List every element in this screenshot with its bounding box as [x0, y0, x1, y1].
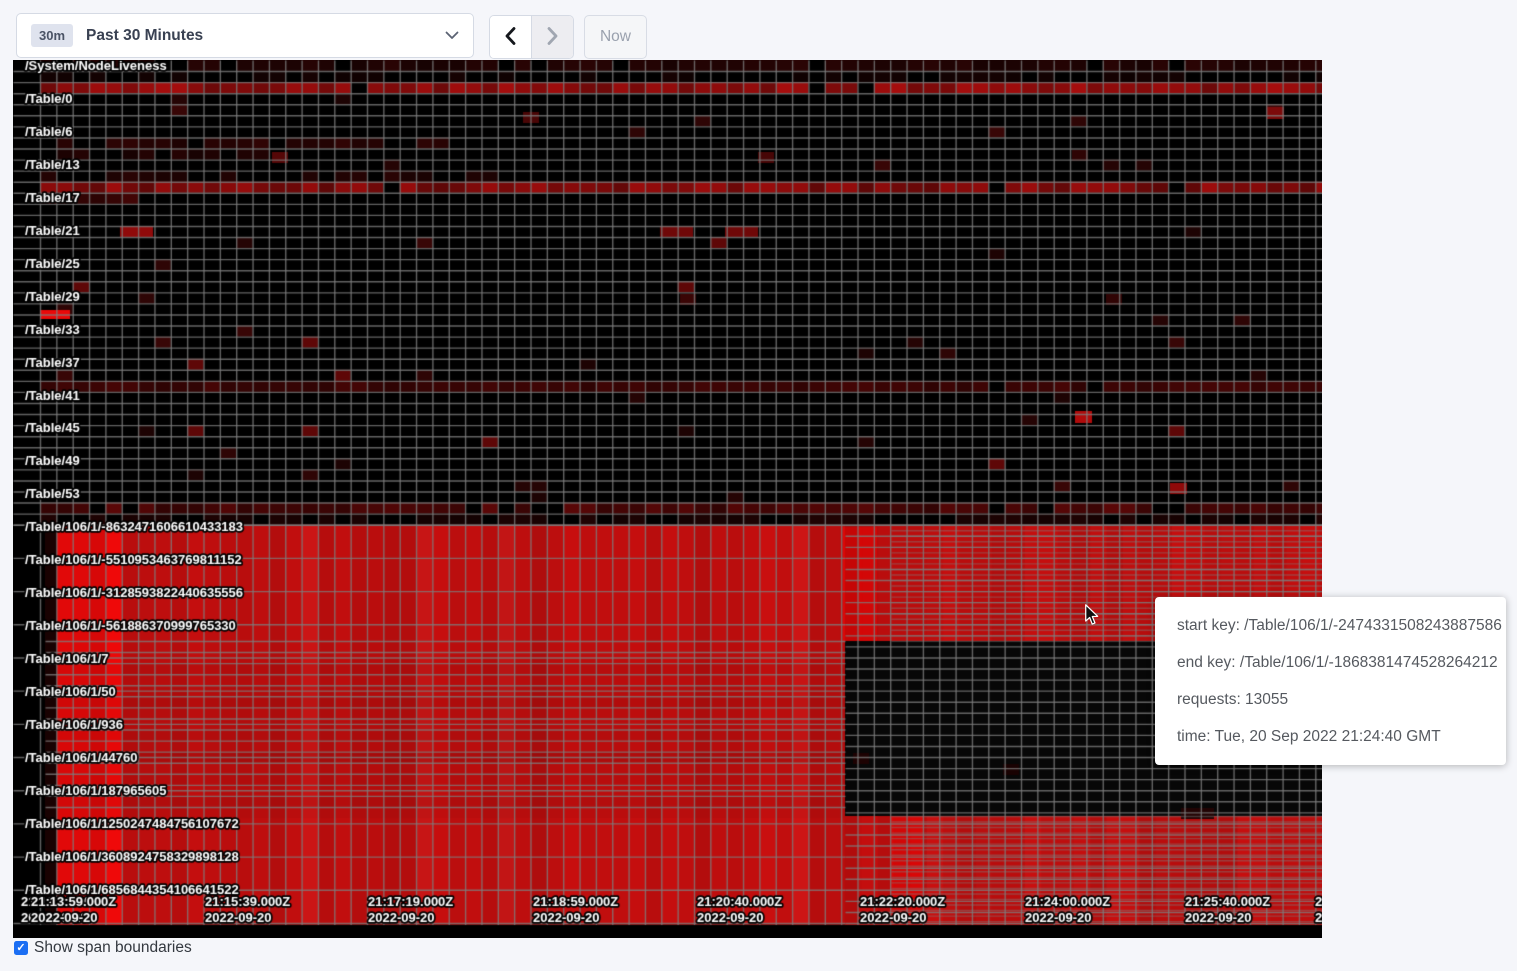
range-tooltip: start key: /Table/106/1/-247433150824388…: [1155, 597, 1506, 765]
next-time-button[interactable]: [532, 16, 573, 58]
chevron-left-icon: [505, 27, 516, 48]
span-boundaries-control: ✓ Show span boundaries: [14, 939, 192, 957]
key-visualizer[interactable]: [13, 60, 1322, 938]
time-window-select[interactable]: 30m Past 30 Minutes: [16, 13, 474, 58]
now-button[interactable]: Now: [584, 15, 647, 59]
time-nav-group: [489, 15, 574, 59]
time-window-label: Past 30 Minutes: [86, 27, 445, 45]
previous-time-button[interactable]: [490, 16, 532, 58]
tooltip-time: time: Tue, 20 Sep 2022 21:24:40 GMT: [1177, 718, 1484, 755]
chevron-down-icon: [445, 27, 459, 45]
tooltip-start-key: start key: /Table/106/1/-247433150824388…: [1177, 607, 1484, 644]
time-window-badge: 30m: [31, 24, 73, 47]
tooltip-end-key: end key: /Table/106/1/-18683814745282642…: [1177, 644, 1484, 681]
key-visualizer-canvas[interactable]: [13, 60, 1322, 938]
show-span-boundaries-label: Show span boundaries: [34, 939, 192, 957]
show-span-boundaries-checkbox[interactable]: ✓: [14, 941, 28, 955]
tooltip-requests: requests: 13055: [1177, 681, 1484, 718]
chevron-right-icon: [547, 27, 558, 48]
